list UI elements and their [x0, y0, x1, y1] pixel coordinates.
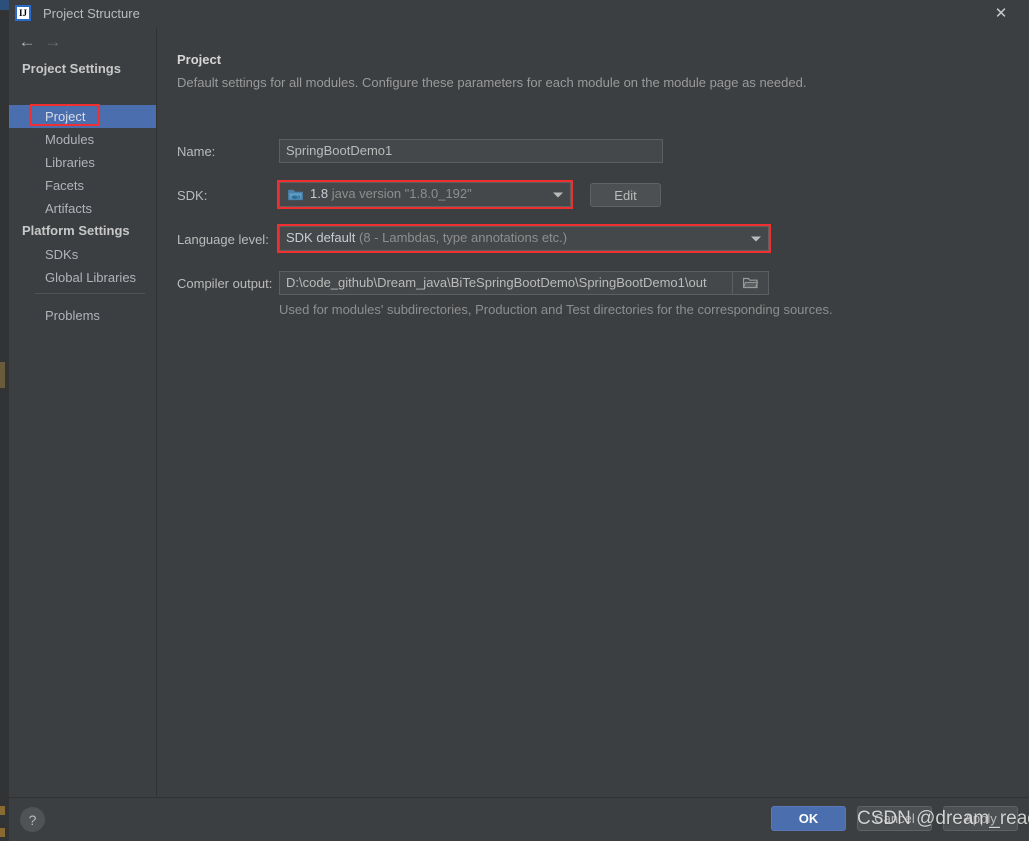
forward-arrow-icon[interactable]: →	[43, 32, 63, 52]
sidebar-item-modules[interactable]: Modules	[9, 128, 156, 151]
project-structure-dialog: IJ Project Structure ✕ ← → Project Setti…	[0, 0, 1029, 841]
project-settings-panel: Project Default settings for all modules…	[157, 27, 1029, 797]
sidebar-group-platform-settings: Platform Settings	[22, 223, 130, 238]
intellij-logo-icon: IJ	[15, 5, 31, 21]
background-accent-blue	[0, 0, 9, 10]
page-subtitle: Default settings for all modules. Config…	[177, 75, 807, 90]
chevron-down-icon[interactable]	[553, 192, 563, 197]
title-bar: IJ Project Structure ✕	[9, 0, 1029, 28]
project-name-input[interactable]: SpringBootDemo1	[279, 139, 663, 163]
navigation-arrows: ← →	[9, 27, 156, 56]
sidebar-item-facets[interactable]: Facets	[9, 174, 156, 197]
settings-sidebar: ← → Project Settings Project Modules Lib…	[9, 27, 157, 797]
background-accent-tan-2	[0, 806, 5, 815]
sidebar-item-artifacts[interactable]: Artifacts	[9, 197, 156, 220]
language-level-combobox[interactable]: SDK default (8 - Lambdas, type annotatio…	[279, 226, 769, 251]
sidebar-item-global-libraries[interactable]: Global Libraries	[9, 266, 156, 289]
cancel-button[interactable]: Cancel	[857, 806, 932, 831]
compiler-output-input[interactable]: D:\code_github\Dream_java\BiTeSpringBoot…	[279, 271, 745, 295]
sidebar-item-project[interactable]: Project	[9, 105, 156, 128]
language-level-detail: (8 - Lambdas, type annotations etc.)	[359, 230, 568, 245]
sdk-version: 1.8	[310, 186, 329, 201]
background-accent-tan-3	[0, 828, 5, 837]
help-button[interactable]: ?	[20, 807, 45, 832]
background-accent-tan-1	[0, 362, 5, 388]
ok-button[interactable]: OK	[771, 806, 846, 831]
sdk-label: SDK:	[177, 188, 208, 203]
dialog-footer: ? OK Cancel Apply	[9, 797, 1029, 841]
sdk-version-detail: java version "1.8.0_192"	[331, 186, 472, 201]
folder-icon	[743, 277, 758, 289]
browse-folder-button[interactable]	[732, 271, 769, 295]
language-level-value: SDK default	[286, 230, 356, 245]
compiler-output-label: Compiler output:	[177, 276, 273, 291]
sidebar-group-project-settings: Project Settings	[22, 61, 121, 76]
window-title: Project Structure	[43, 6, 140, 21]
background-window-strip	[0, 0, 9, 841]
sidebar-item-problems[interactable]: Problems	[9, 304, 156, 327]
name-label: Name:	[177, 144, 216, 159]
compiler-output-hint: Used for modules' subdirectories, Produc…	[279, 302, 833, 317]
close-icon[interactable]: ✕	[981, 0, 1021, 27]
sdk-edit-button[interactable]: Edit	[590, 183, 661, 207]
apply-button[interactable]: Apply	[943, 806, 1018, 831]
chevron-down-icon[interactable]	[751, 236, 761, 241]
language-level-label: Language level:	[177, 232, 269, 247]
sdk-combobox[interactable]: 1.8 java version "1.8.0_192"	[279, 182, 571, 207]
sidebar-divider	[35, 293, 145, 294]
page-title: Project	[177, 52, 222, 67]
java-sdk-icon	[288, 189, 303, 201]
back-arrow-icon[interactable]: ←	[17, 32, 37, 52]
sidebar-item-sdks[interactable]: SDKs	[9, 243, 156, 266]
sidebar-item-libraries[interactable]: Libraries	[9, 151, 156, 174]
